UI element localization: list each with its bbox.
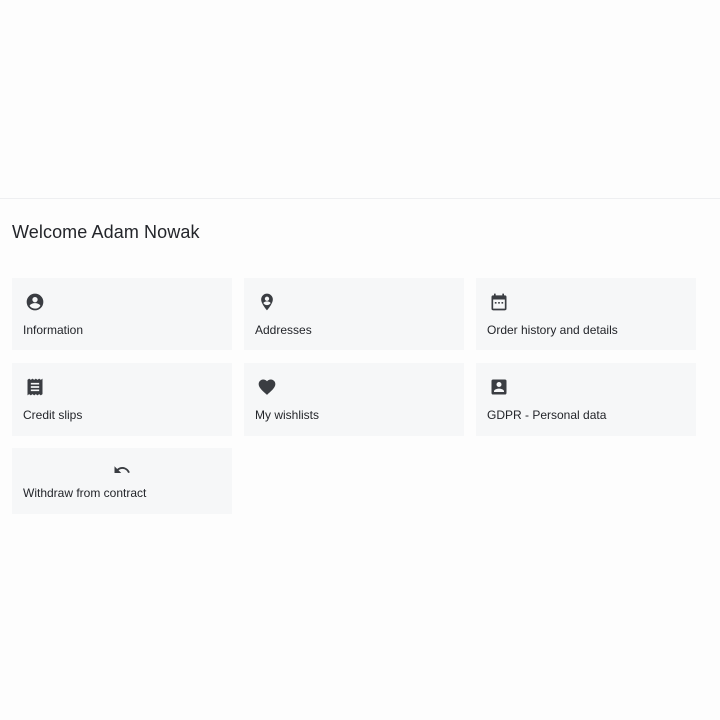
- tile-withdraw[interactable]: Withdraw from contract: [12, 448, 232, 514]
- account-box-icon: [489, 377, 509, 397]
- tile-credit-slips[interactable]: Credit slips: [12, 363, 232, 436]
- heart-icon: [257, 377, 277, 397]
- tile-gdpr[interactable]: GDPR - Personal data: [476, 363, 696, 436]
- tile-wishlists[interactable]: My wishlists: [244, 363, 464, 436]
- tile-label: GDPR - Personal data: [487, 408, 607, 422]
- location-pin-icon: [257, 292, 277, 312]
- receipt-icon: [25, 377, 45, 397]
- tile-information[interactable]: Information: [12, 278, 232, 350]
- account-circle-icon: [25, 292, 45, 312]
- tile-label: Information: [23, 323, 84, 337]
- tile-label: Order history and details: [487, 323, 618, 337]
- tile-label: Credit slips: [23, 408, 83, 422]
- tile-label: Addresses: [255, 323, 312, 337]
- header-divider: [0, 198, 720, 199]
- page-title: Welcome Adam Nowak: [12, 222, 200, 242]
- tile-order-history[interactable]: Order history and details: [476, 278, 696, 350]
- calendar-icon: [489, 292, 509, 312]
- tile-label: My wishlists: [255, 408, 320, 422]
- tile-label: Withdraw from contract: [23, 486, 147, 500]
- undo-icon: [112, 460, 132, 480]
- tile-addresses[interactable]: Addresses: [244, 278, 464, 350]
